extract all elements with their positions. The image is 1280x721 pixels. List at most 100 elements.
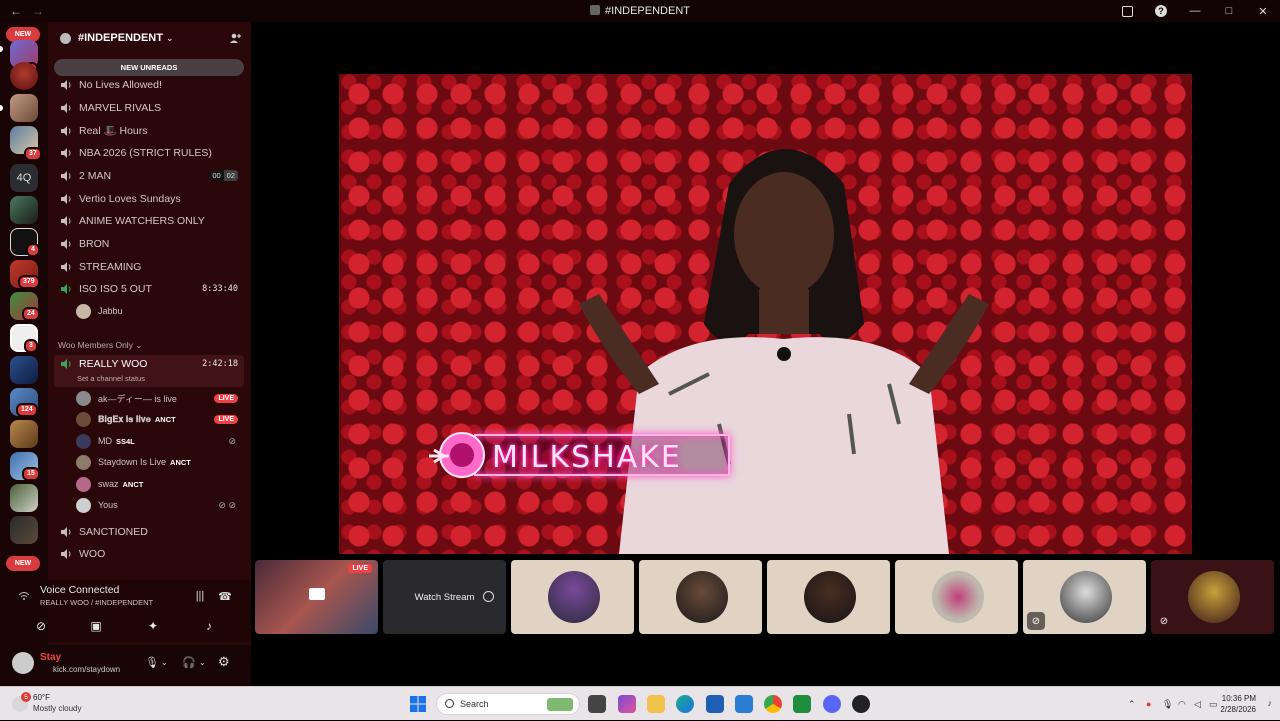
- clan-tag: ANCT: [122, 479, 144, 489]
- voice-user[interactable]: swaz ANCT: [76, 474, 244, 494]
- server-icon-14[interactable]: [10, 484, 38, 512]
- microphone-icon[interactable]: 🎙: [1162, 699, 1173, 710]
- outlook-icon[interactable]: [735, 695, 753, 713]
- server-icon-2[interactable]: [10, 62, 38, 90]
- bell-icon[interactable]: ♪: [1268, 698, 1273, 708]
- sheets-icon[interactable]: [793, 695, 811, 713]
- participant-tile[interactable]: [639, 560, 762, 634]
- voice-user[interactable]: Jabbu: [76, 301, 244, 321]
- participant-tile-speaking[interactable]: ⊘: [1151, 560, 1274, 634]
- voice-user[interactable]: Staydown Is Live ANCT: [76, 452, 244, 472]
- live-badge: LIVE: [348, 564, 372, 573]
- file-explorer-icon[interactable]: [647, 695, 665, 713]
- unread-dot: [0, 105, 3, 111]
- video-stage: MILKSHAKE LIVE Watch Stream ⊘ ⊘: [251, 22, 1280, 686]
- task-view-icon[interactable]: [588, 695, 606, 713]
- main-stream-video[interactable]: MILKSHAKE: [339, 74, 1192, 554]
- channel-status[interactable]: Set a channel status: [77, 374, 145, 383]
- voice-channel[interactable]: BRON: [54, 233, 244, 254]
- clan-tag: SS4L: [116, 436, 135, 446]
- user-name[interactable]: Stay: [40, 652, 61, 663]
- chevron-down-icon[interactable]: ⌄: [161, 658, 168, 667]
- speaker-icon: [61, 238, 71, 249]
- discord-icon[interactable]: [823, 695, 841, 713]
- category-header[interactable]: Woo Members Only ⌄: [58, 340, 142, 351]
- settings-icon[interactable]: ⚙: [218, 654, 230, 670]
- voice-channel[interactable]: 2 MAN 00 02: [54, 165, 244, 186]
- stream-tile-live[interactable]: LIVE: [255, 560, 378, 634]
- voice-user[interactable]: MD SS4L ⊘: [76, 431, 244, 451]
- voice-channel[interactable]: Real 🎩 Hours: [54, 120, 244, 141]
- server-icon-4q[interactable]: 4Q: [10, 164, 38, 192]
- voice-user[interactable]: Yous ⊘ ⊘: [76, 495, 244, 515]
- voice-channel[interactable]: MARVEL RIVALS: [54, 97, 244, 118]
- server-icon-15[interactable]: [10, 516, 38, 544]
- deafened-icon: ⊘: [228, 435, 236, 446]
- chrome-icon[interactable]: [764, 695, 782, 713]
- voice-connected-panel: Voice Connected REALLY WOO / #INDEPENDEN…: [18, 580, 251, 642]
- muted-icon: ⊘: [1159, 615, 1169, 627]
- inbox-button[interactable]: [1110, 0, 1144, 22]
- weather-widget[interactable]: 5 60°F Mostly cloudy: [10, 691, 110, 717]
- wifi-icon[interactable]: ◠: [1178, 699, 1186, 710]
- voice-channel[interactable]: STREAMING: [54, 256, 244, 277]
- voice-user[interactable]: 𝐁𝐢𝐠𝐄𝐱 𝐢𝐬 𝐥𝐢𝐯𝐞 ANCT LIVE: [76, 409, 244, 429]
- participant-tile[interactable]: ⊘: [1023, 560, 1146, 634]
- chevron-down-icon[interactable]: ⌄: [199, 658, 206, 667]
- minimize-button[interactable]: —: [1178, 0, 1212, 22]
- participant-tile[interactable]: [511, 560, 634, 634]
- microphone-icon[interactable]: 🎙: [145, 656, 159, 669]
- unread-dot: [0, 46, 3, 52]
- add-stream-icon[interactable]: [483, 591, 494, 602]
- new-pill-bottom[interactable]: NEW: [6, 556, 40, 571]
- signal-icon[interactable]: [18, 589, 30, 601]
- soundboard-button[interactable]: ♪: [188, 615, 230, 637]
- voice-user[interactable]: ak―ディー― is live LIVE: [76, 388, 244, 408]
- voice-status[interactable]: Voice Connected: [40, 584, 119, 596]
- voice-channel[interactable]: ISO ISO 5 OUT 8:33:40: [54, 278, 244, 299]
- channel-name: SANCTIONED: [79, 525, 148, 538]
- headphones-icon[interactable]: 🎧: [182, 656, 196, 669]
- clock[interactable]: 10:36 PM 2/28/2026: [1196, 693, 1256, 715]
- notification-icon[interactable]: ●: [1146, 699, 1151, 709]
- temperature: 60°F: [33, 693, 50, 702]
- maximize-button[interactable]: □: [1212, 0, 1246, 22]
- invite-icon[interactable]: [229, 32, 241, 44]
- server-icon-12[interactable]: [10, 420, 38, 448]
- live-badge: LIVE: [214, 414, 238, 424]
- voice-channel[interactable]: Vertio Loves Sundays: [54, 188, 244, 209]
- voice-channel[interactable]: WOO: [54, 543, 244, 564]
- voice-channel[interactable]: NBA 2026 (STRICT RULES): [54, 142, 244, 163]
- screen-share-button[interactable]: ▣: [75, 615, 117, 637]
- speaker-icon: [61, 102, 71, 113]
- user-limit: 00 02: [209, 170, 238, 181]
- server-icon-5[interactable]: [10, 196, 38, 224]
- windows-start-icon[interactable]: [410, 696, 426, 712]
- avatar[interactable]: [12, 652, 34, 674]
- voice-channel[interactable]: No Lives Allowed!: [54, 74, 244, 95]
- steam-icon[interactable]: [852, 695, 870, 713]
- voice-channel[interactable]: SANCTIONED: [54, 521, 244, 542]
- help-button[interactable]: ?: [1144, 0, 1178, 22]
- user-status: kick.com/staydown: [53, 665, 121, 674]
- watch-stream-tile[interactable]: Watch Stream: [383, 560, 506, 634]
- server-header[interactable]: #INDEPENDENT ⌄: [48, 22, 251, 54]
- avatar: [76, 390, 91, 406]
- edge-icon[interactable]: [676, 695, 694, 713]
- forward-icon[interactable]: →: [32, 4, 44, 18]
- taskbar-search[interactable]: Search: [436, 693, 580, 715]
- chevron-up-icon[interactable]: ⌃: [1128, 699, 1136, 710]
- server-icon-3[interactable]: [10, 94, 38, 122]
- participant-tile[interactable]: [895, 560, 1018, 634]
- noise-suppression-icon[interactable]: |||: [193, 589, 207, 603]
- store-icon[interactable]: [706, 695, 724, 713]
- close-button[interactable]: ✕: [1246, 0, 1280, 22]
- back-icon[interactable]: ←: [10, 4, 22, 18]
- disconnect-icon[interactable]: ☎: [218, 589, 232, 603]
- camera-off-button[interactable]: ⊘: [20, 615, 62, 637]
- participant-tile[interactable]: [767, 560, 890, 634]
- activities-button[interactable]: ✦: [132, 615, 174, 637]
- server-icon-10[interactable]: [10, 356, 38, 384]
- copilot-icon[interactable]: [618, 695, 636, 713]
- voice-channel[interactable]: ANIME WATCHERS ONLY: [54, 210, 244, 231]
